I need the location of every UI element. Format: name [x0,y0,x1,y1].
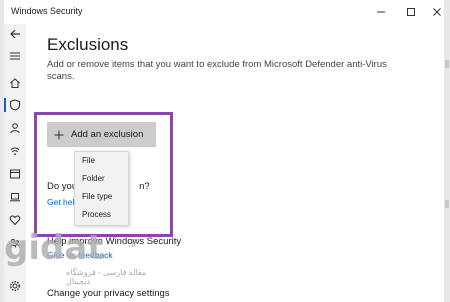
heart-icon [9,215,21,226]
sidebar-item-virus-protection[interactable] [4,97,23,113]
background-mark [445,60,449,68]
watermark-logo: gidat [4,228,104,268]
window-title: Windows Security [11,6,83,16]
person-icon [10,123,20,134]
shield-icon [9,99,21,111]
hamburger-menu-icon [10,52,20,60]
close-button[interactable] [422,0,450,24]
minimize-button[interactable] [366,0,396,24]
sidebar-item-account-protection[interactable] [7,120,23,136]
sidebar-item-app-browser-control[interactable] [7,166,23,182]
background-mark [445,200,449,208]
watermark: gidat .ir مقاله فارسی - فروشگاه دیجیتال [4,228,164,288]
watermark-tagline: مقاله فارسی - فروشگاه دیجیتال [66,268,147,286]
wifi-icon [10,147,20,156]
browser-window-icon [10,169,20,179]
home-icon [10,78,20,88]
minimize-icon [377,11,385,13]
close-icon [433,8,441,16]
laptop-icon [10,193,20,202]
sidebar-item-home[interactable] [7,75,23,91]
page-description: Add or remove items that you want to exc… [47,59,387,82]
maximize-icon [407,8,415,16]
sidebar-item-device-security[interactable] [7,189,23,205]
windows-security-window: Windows Security Exclusions Add or remov… [4,0,444,302]
back-button[interactable] [7,26,23,42]
sidebar-item-device-health[interactable] [7,212,23,228]
sidebar-item-firewall[interactable] [7,143,23,159]
watermark-tld: .ir [128,238,138,250]
annotation-highlight-box [34,112,173,237]
back-arrow-icon [10,29,20,39]
page-title: Exclusions [47,35,129,54]
menu-button[interactable] [7,48,23,64]
privacy-heading: Change your privacy settings [47,288,170,299]
title-bar: Windows Security [4,0,444,24]
background-window-strip-right [444,0,450,302]
